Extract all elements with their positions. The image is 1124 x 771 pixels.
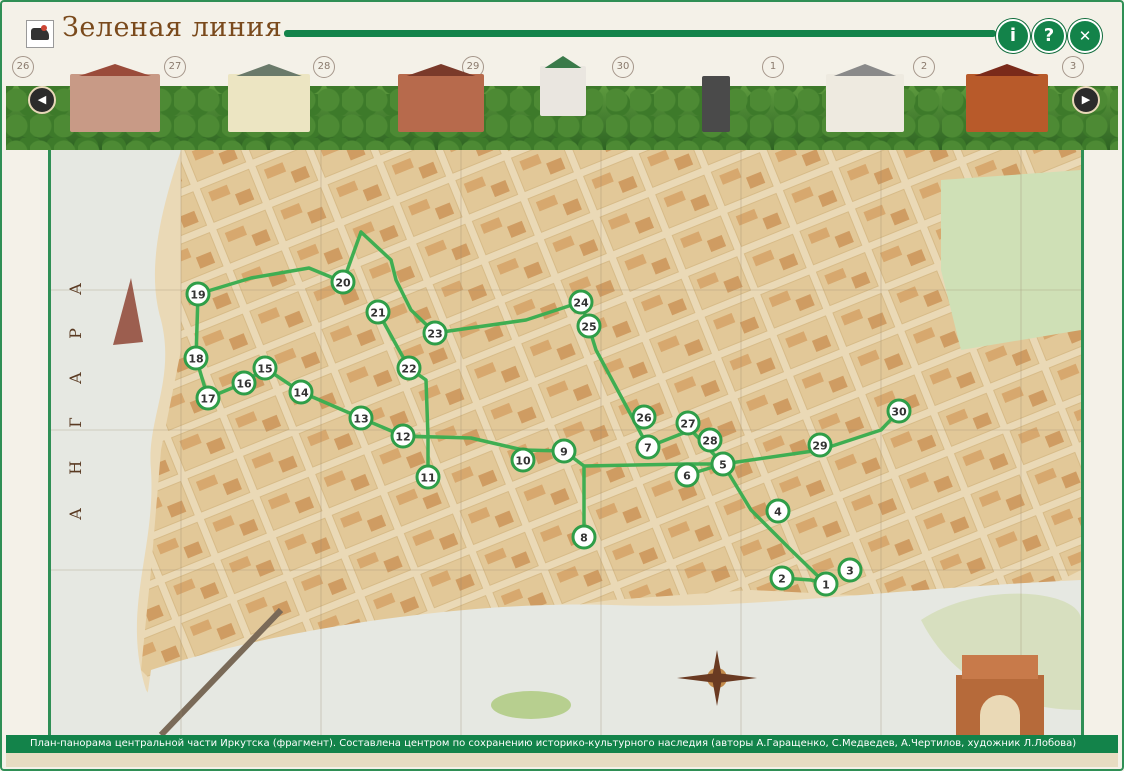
route-marker[interactable]: 29 xyxy=(807,432,833,458)
carousel-number[interactable]: 27 xyxy=(164,56,186,78)
page-title: Зеленая линия xyxy=(62,12,283,43)
route-marker[interactable]: 22 xyxy=(396,355,422,381)
route-marker-label: 7 xyxy=(644,442,652,455)
route-marker-label: 19 xyxy=(190,289,205,302)
monument-thumbnail[interactable] xyxy=(702,76,730,132)
route-marker-label: 21 xyxy=(370,307,385,320)
route-marker[interactable]: 27 xyxy=(675,410,701,436)
route-marker-label: 12 xyxy=(395,431,410,444)
route-marker-label: 1 xyxy=(822,579,830,592)
route-marker[interactable]: 6 xyxy=(674,462,700,488)
route-marker[interactable]: 24 xyxy=(568,289,594,315)
route-marker-label: 16 xyxy=(236,378,252,391)
route-marker[interactable]: 4 xyxy=(765,498,791,524)
route-marker[interactable]: 30 xyxy=(886,398,912,424)
route-marker[interactable]: 11 xyxy=(415,464,441,490)
building-thumbnail[interactable] xyxy=(70,64,160,132)
triumphal-arch-icon xyxy=(956,655,1044,740)
route-marker-label: 18 xyxy=(188,353,203,366)
park-area xyxy=(941,170,1081,350)
route-marker[interactable]: 10 xyxy=(510,447,536,473)
route-marker[interactable]: 16 xyxy=(231,370,257,396)
route-marker-label: 29 xyxy=(812,440,827,453)
route-marker[interactable]: 18 xyxy=(183,345,209,371)
route-marker[interactable]: 19 xyxy=(185,281,211,307)
route-marker[interactable]: 17 xyxy=(195,385,221,411)
header: Зеленая линия i ? ✕ 26 27 28 29 30 1 2 3… xyxy=(0,0,1124,150)
route-marker[interactable]: 25 xyxy=(576,313,602,339)
prev-arrow-button[interactable]: ◀ xyxy=(28,86,56,114)
city-map[interactable]: А Н Г А Р А 1 2 3 4 5 6 7 8 9 10 11 12 13 14 15 16 17 18 1… xyxy=(48,150,1084,740)
route-marker-label: 10 xyxy=(515,455,531,468)
church-thumbnail[interactable] xyxy=(540,56,586,116)
route-marker[interactable]: 20 xyxy=(330,269,356,295)
route-marker-label: 25 xyxy=(581,321,596,334)
carousel-number[interactable]: 1 xyxy=(762,56,784,78)
route-marker[interactable]: 21 xyxy=(365,299,391,325)
building-thumbnail[interactable] xyxy=(966,64,1048,132)
route-marker-label: 28 xyxy=(702,435,717,448)
help-button[interactable]: ? xyxy=(1032,19,1066,53)
river-label: А Н Г А Р А xyxy=(66,269,85,520)
route-marker-label: 6 xyxy=(683,470,691,483)
route-marker-label: 11 xyxy=(420,472,435,485)
route-marker-label: 24 xyxy=(573,297,589,310)
route-marker-label: 20 xyxy=(335,277,351,290)
building-thumbnail[interactable] xyxy=(228,64,310,132)
route-marker[interactable]: 12 xyxy=(390,423,416,449)
route-marker[interactable]: 26 xyxy=(631,404,657,430)
route-marker[interactable]: 1 xyxy=(813,571,839,597)
carousel-number[interactable]: 26 xyxy=(12,56,34,78)
route-marker[interactable]: 23 xyxy=(422,320,448,346)
route-marker-label: 3 xyxy=(846,565,854,578)
carousel-number[interactable]: 2 xyxy=(913,56,935,78)
route-marker[interactable]: 7 xyxy=(635,434,661,460)
irkutsk-coat-of-arms-icon xyxy=(26,20,54,48)
route-marker-label: 14 xyxy=(293,387,309,400)
route-marker[interactable]: 2 xyxy=(769,565,795,591)
route-marker[interactable]: 14 xyxy=(288,379,314,405)
route-marker[interactable]: 8 xyxy=(571,524,597,550)
carousel-number[interactable]: 3 xyxy=(1062,56,1084,78)
route-marker[interactable]: 5 xyxy=(710,451,736,477)
route-marker-label: 26 xyxy=(636,412,652,425)
route-marker[interactable]: 13 xyxy=(348,405,374,431)
route-marker-label: 17 xyxy=(200,393,215,406)
route-marker-label: 27 xyxy=(680,418,695,431)
info-button[interactable]: i xyxy=(996,19,1030,53)
carousel-number[interactable]: 30 xyxy=(612,56,634,78)
route-marker-label: 22 xyxy=(401,363,416,376)
next-arrow-button[interactable]: ▶ xyxy=(1072,86,1100,114)
map-bottom-edge xyxy=(6,753,1118,767)
route-marker-label: 13 xyxy=(353,413,368,426)
route-marker-label: 2 xyxy=(778,573,786,586)
carousel-number[interactable]: 28 xyxy=(313,56,335,78)
route-marker[interactable]: 15 xyxy=(252,355,278,381)
route-marker-label: 9 xyxy=(560,446,568,459)
route-marker-label: 8 xyxy=(580,532,588,545)
island xyxy=(491,691,571,719)
route-marker[interactable]: 3 xyxy=(837,557,863,583)
route-marker-label: 15 xyxy=(257,363,272,376)
route-marker-label: 23 xyxy=(427,328,442,341)
close-button[interactable]: ✕ xyxy=(1068,19,1102,53)
route-marker-label: 30 xyxy=(891,406,907,419)
title-divider xyxy=(284,30,996,37)
route-marker[interactable]: 9 xyxy=(551,438,577,464)
route-marker-label: 5 xyxy=(719,459,727,472)
route-marker-label: 4 xyxy=(774,506,782,519)
map-drawing: А Н Г А Р А 1234567891011121314151617181… xyxy=(51,150,1081,740)
building-thumbnail[interactable] xyxy=(826,64,904,132)
route-marker[interactable]: 28 xyxy=(697,427,723,453)
building-thumbnail[interactable] xyxy=(398,64,484,132)
map-caption: План-панорама центральной части Иркутска… xyxy=(6,735,1118,753)
